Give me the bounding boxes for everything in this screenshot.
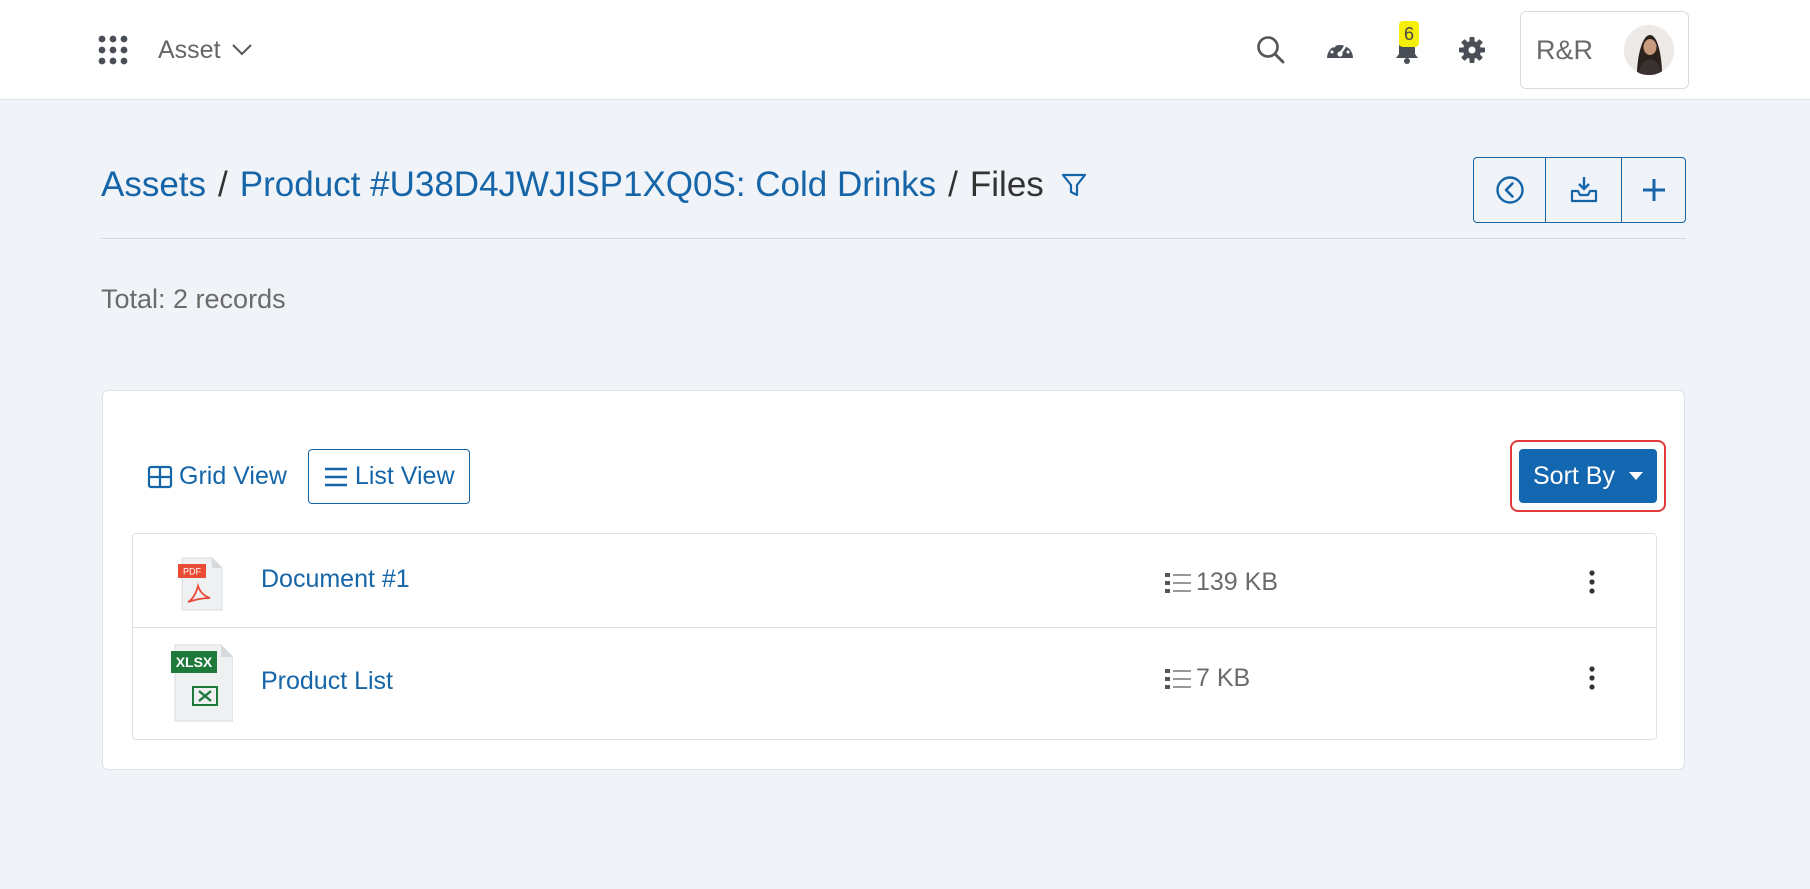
- view-toggle: Grid View List View: [132, 449, 470, 504]
- file-name-link[interactable]: Document #1: [261, 565, 410, 594]
- download-button[interactable]: [1545, 158, 1621, 222]
- caret-down-icon: [1628, 472, 1643, 480]
- list-item: PDF Document #1 139 KB: [133, 534, 1656, 628]
- xlsx-file-icon: XLSX: [171, 644, 233, 722]
- list-details-icon: [1165, 668, 1191, 689]
- svg-text:XLSX: XLSX: [176, 654, 213, 670]
- grid-icon: [147, 465, 173, 488]
- back-circle-icon: [1495, 176, 1524, 204]
- gear-icon[interactable]: [1456, 34, 1488, 66]
- dashboard-gauge-icon[interactable]: [1324, 34, 1356, 66]
- heading-divider: [101, 238, 1686, 239]
- filter-icon[interactable]: [1060, 171, 1088, 199]
- breadcrumb-assets-link[interactable]: Assets: [101, 165, 206, 205]
- plus-icon: [1642, 179, 1665, 201]
- page-title: Files: [969, 165, 1044, 204]
- list-view-label: List View: [354, 462, 455, 490]
- apps-grid-icon[interactable]: [98, 35, 128, 65]
- svg-text:PDF: PDF: [183, 567, 202, 577]
- top-header: Asset 6 R&R: [0, 0, 1810, 100]
- chevron-down-icon: [231, 44, 252, 56]
- breadcrumb-separator: /: [948, 165, 958, 204]
- back-button[interactable]: [1474, 158, 1545, 222]
- download-tray-icon: [1570, 177, 1597, 203]
- profile-name: R&R: [1536, 34, 1594, 65]
- user-profile-menu[interactable]: R&R: [1520, 11, 1689, 89]
- sort-by-label: Sort By: [1533, 461, 1615, 490]
- breadcrumb: Assets / Product #U38D4JWJISP1XQ0S: Cold…: [101, 165, 1088, 205]
- grid-view-button[interactable]: Grid View: [132, 449, 302, 504]
- kebab-menu-icon[interactable]: [1585, 568, 1599, 596]
- search-icon[interactable]: [1255, 34, 1287, 66]
- file-size: 7 KB: [1164, 664, 1250, 693]
- breadcrumb-separator: /: [218, 165, 228, 204]
- list-details-icon: [1165, 572, 1191, 593]
- grid-view-label: Grid View: [179, 462, 287, 490]
- sort-highlight: Sort By: [1510, 440, 1666, 512]
- breadcrumb-product-link[interactable]: Product #U38D4JWJISP1XQ0S: Cold Drinks: [240, 165, 936, 205]
- kebab-menu-icon[interactable]: [1585, 664, 1599, 692]
- total-records: Total: 2 records: [101, 284, 286, 314]
- file-size: 139 KB: [1164, 568, 1278, 597]
- file-size-value: 7 KB: [1196, 664, 1251, 692]
- list-view-button[interactable]: List View: [307, 449, 470, 504]
- module-switcher[interactable]: Asset: [158, 34, 253, 66]
- file-list: PDF Document #1 139 KB XLSX Product List…: [132, 533, 1657, 740]
- pdf-file-icon: PDF: [178, 557, 223, 611]
- page-actions: [1473, 157, 1686, 223]
- add-button[interactable]: [1621, 158, 1685, 222]
- files-card: Grid View List View Sort By PDF Document…: [102, 390, 1685, 770]
- avatar: [1624, 25, 1674, 75]
- list-item: XLSX Product List 7 KB: [133, 628, 1656, 740]
- sort-by-button[interactable]: Sort By: [1519, 449, 1657, 503]
- file-size-value: 139 KB: [1196, 568, 1279, 596]
- module-label: Asset: [158, 35, 221, 64]
- notification-count-badge: 6: [1399, 21, 1419, 47]
- file-name-link[interactable]: Product List: [261, 667, 393, 696]
- list-icon: [324, 467, 347, 486]
